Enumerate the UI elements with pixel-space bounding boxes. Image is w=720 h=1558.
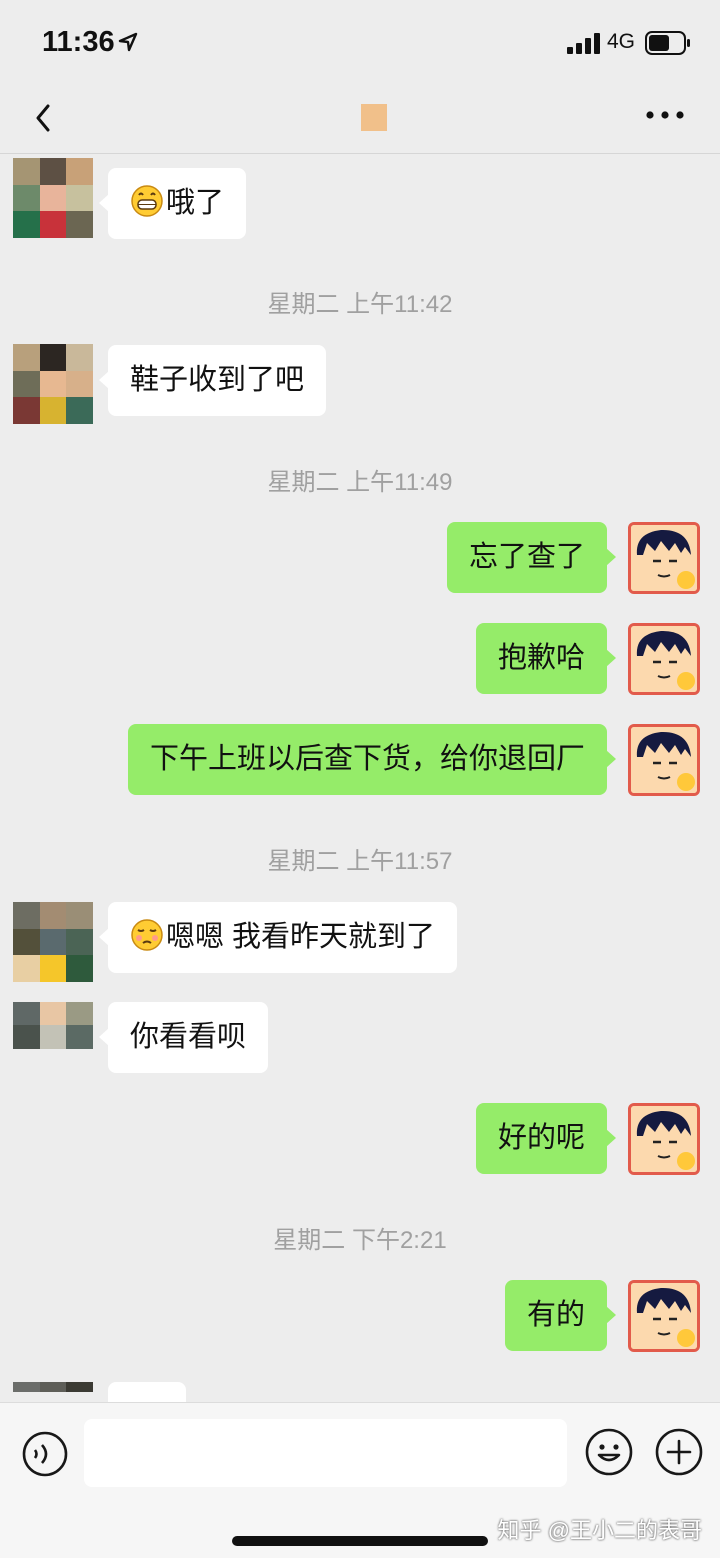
message-bubble[interactable]: 下午上班以后查下货，给你退回厂 [127,724,617,795]
message-bubble[interactable]: 有的 [504,1280,617,1351]
input-bar: 知乎 @王小二的表哥 [0,1402,720,1558]
message-bubble[interactable]: 忘了查了 [446,522,617,593]
timestamp: 星期二 上午11:49 [267,469,453,496]
emoji-smile-icon[interactable] [584,1427,634,1477]
message-bubble[interactable]: 嗯嗯 我看昨天就到了 [98,902,458,973]
contact-avatar[interactable] [13,1002,93,1072]
message-bubble[interactable]: 哦了 [98,168,247,239]
message-text: 你看看呗 [130,1021,247,1053]
contact-avatar[interactable] [13,344,93,424]
self-avatar[interactable] [628,1103,700,1175]
message-text: 忘了查了 [468,541,585,573]
cartoon-face-icon [631,525,697,591]
message-bubble[interactable]: 好的呢 [475,1103,617,1174]
cartoon-face-icon [631,727,697,793]
message-text: 嗯嗯 我看昨天就到了 [166,921,436,953]
nav-bar [0,88,720,154]
message-text: 有的 [526,1299,585,1331]
home-indicator[interactable] [232,1536,488,1546]
cartoon-face-icon [631,1106,697,1172]
message-text: 抱歉哈 [497,642,585,674]
smirk-emoji-icon [131,919,163,951]
grin-emoji-icon [131,185,163,217]
signal-icon [567,33,600,54]
cartoon-face-icon [631,1283,697,1349]
location-arrow-icon [118,32,138,52]
voice-icon[interactable] [20,1429,70,1479]
timestamp: 星期二 下午2:21 [273,1227,447,1254]
status-time: 11:36 [42,26,115,58]
contact-avatar[interactable] [13,902,93,982]
chat-title-redacted [361,104,387,131]
message-text: 下午上班以后查下货，给你退回厂 [149,743,585,775]
timestamp: 星期二 上午11:57 [267,848,453,875]
self-avatar[interactable] [628,1280,700,1352]
watermark: 知乎 @王小二的表哥 [497,1518,702,1543]
message-text: 好的呢 [497,1122,585,1154]
contact-avatar[interactable] [13,158,93,238]
cartoon-face-icon [631,626,697,692]
message-bubble[interactable] [108,1382,186,1402]
contact-avatar[interactable] [13,1382,93,1402]
plus-circle-icon[interactable] [654,1427,704,1477]
message-text: 哦了 [166,187,225,219]
timestamp: 星期二 上午11:42 [267,291,453,318]
self-avatar[interactable] [628,724,700,796]
message-bubble[interactable]: 你看看呗 [98,1002,269,1073]
self-avatar[interactable] [628,623,700,695]
status-bar: 11:36 4G [0,0,720,88]
chevron-left-icon[interactable] [28,100,58,136]
message-bubble[interactable]: 鞋子收到了吧 [98,345,327,416]
message-text: 鞋子收到了吧 [130,364,305,396]
battery-icon [645,31,690,55]
message-input[interactable] [84,1419,567,1487]
more-dots-icon[interactable] [643,108,687,122]
self-avatar[interactable] [628,522,700,594]
network-type: 4G [607,30,636,53]
chat-area[interactable]: 哦了 星期二 上午11:42 鞋子收到了吧 星期二 上午11:49 忘了查了 抱… [0,154,720,1402]
message-bubble[interactable]: 抱歉哈 [475,623,617,694]
